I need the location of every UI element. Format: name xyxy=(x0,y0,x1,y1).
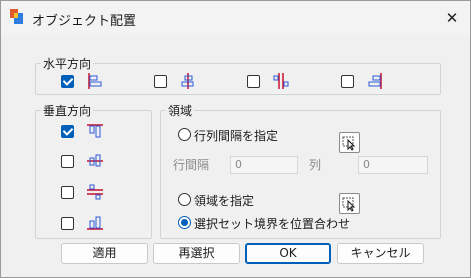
spacing-radio[interactable] xyxy=(178,128,191,141)
horizontal-group-title: 水平方向 xyxy=(41,55,94,72)
horizontal-align-center-gap-checkbox[interactable] xyxy=(247,75,260,88)
align-bottom-icon xyxy=(87,216,103,230)
fit-selection-radio-label[interactable]: 選択セット境界を位置合わせ xyxy=(194,215,350,232)
apply-button[interactable]: 適用 xyxy=(61,243,148,264)
dialog-window: オブジェクト配置 ✕ 水平方向 垂直方向 領域 行列間隔を指定 行間隔 0 列 … xyxy=(0,0,471,278)
vertical-align-middle-gap-checkbox[interactable] xyxy=(61,186,74,199)
vertical-align-top-checkbox[interactable] xyxy=(61,125,74,138)
align-right-icon xyxy=(368,73,382,89)
align-middle-icon xyxy=(87,154,103,167)
region-radio-label[interactable]: 領域を指定 xyxy=(194,192,254,209)
fit-selection-radio[interactable] xyxy=(178,216,191,229)
horizontal-align-left-checkbox[interactable] xyxy=(61,75,74,88)
row-spacing-field[interactable]: 0 xyxy=(230,156,298,174)
vertical-group-title: 垂直方向 xyxy=(41,102,94,119)
title-bar[interactable]: オブジェクト配置 ✕ xyxy=(1,1,470,35)
ok-button[interactable]: OK xyxy=(245,243,331,264)
align-top-icon xyxy=(87,124,103,138)
region-radio[interactable] xyxy=(178,193,191,206)
column-label: 列 xyxy=(309,158,322,172)
cancel-button[interactable]: キャンセル xyxy=(337,243,424,264)
close-button[interactable]: ✕ xyxy=(441,8,463,28)
window-title: オブジェクト配置 xyxy=(32,14,137,29)
align-left-icon xyxy=(88,73,102,89)
pick-cursor-icon xyxy=(342,197,356,212)
row-spacing-label: 行間隔 xyxy=(173,158,210,172)
vertical-align-bottom-checkbox[interactable] xyxy=(61,217,74,230)
spacing-radio-label[interactable]: 行列間隔を指定 xyxy=(194,127,278,144)
spacing-pick-button[interactable] xyxy=(339,132,360,153)
region-pick-button[interactable] xyxy=(339,193,360,214)
reselect-button[interactable]: 再選択 xyxy=(153,243,240,264)
column-field[interactable]: 0 xyxy=(358,156,428,174)
pick-cursor-icon xyxy=(342,136,356,151)
align-center-gap-icon xyxy=(273,73,289,89)
region-group-title: 領域 xyxy=(166,102,195,119)
horizontal-align-right-checkbox[interactable] xyxy=(341,75,354,88)
horizontal-align-center-checkbox[interactable] xyxy=(154,75,167,88)
align-middle-gap-icon xyxy=(87,184,103,200)
vertical-align-middle-checkbox[interactable] xyxy=(61,155,74,168)
align-center-icon xyxy=(181,73,194,89)
app-icon xyxy=(10,9,23,24)
